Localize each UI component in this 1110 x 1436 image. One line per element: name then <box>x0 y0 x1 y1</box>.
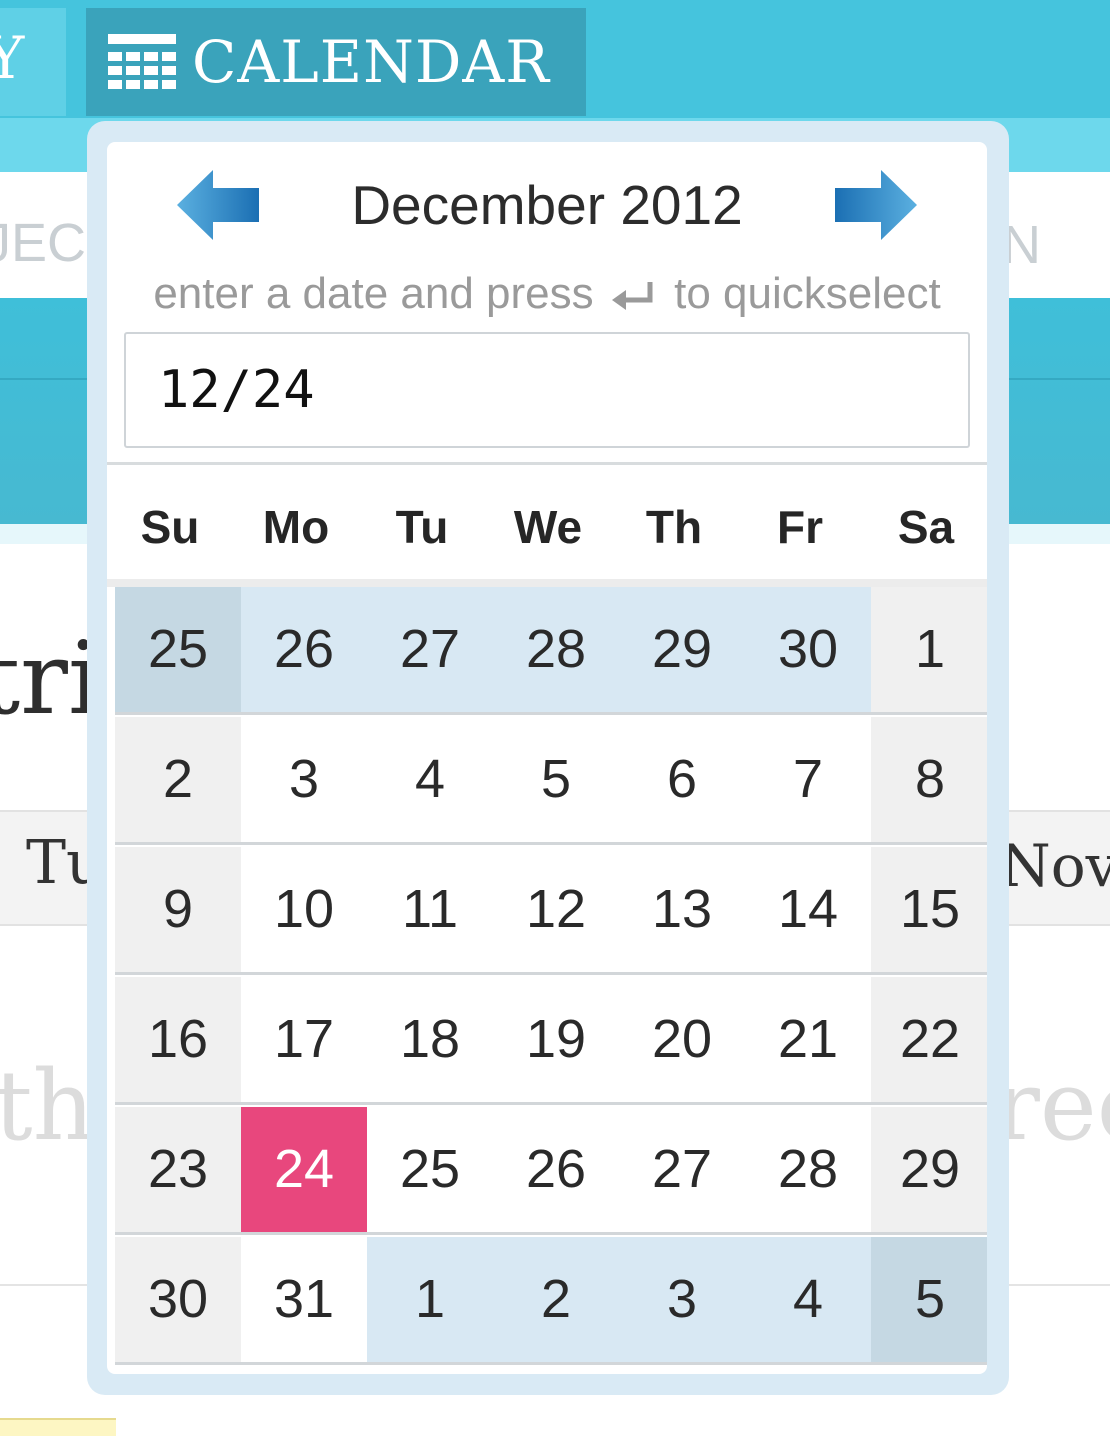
day-cell[interactable]: 27 <box>619 1107 745 1235</box>
day-cell[interactable]: 25 <box>367 1107 493 1235</box>
hint-text-before: enter a date and press <box>153 269 594 318</box>
weekday-header-row: Su Mo Tu We Th Fr Sa <box>107 467 987 579</box>
day-cell[interactable]: 15 <box>871 847 987 975</box>
day-cell[interactable]: 7 <box>745 717 871 845</box>
day-cell[interactable]: 30 <box>115 1237 241 1365</box>
day-cell[interactable]: 27 <box>367 587 493 715</box>
day-cell[interactable]: 1 <box>367 1237 493 1365</box>
day-cell[interactable]: 4 <box>367 717 493 845</box>
day-cell[interactable]: 19 <box>493 977 619 1105</box>
day-cell[interactable]: 28 <box>745 1107 871 1235</box>
day-cell[interactable]: 13 <box>619 847 745 975</box>
sub-nav-item-left[interactable]: JECT <box>0 172 90 298</box>
day-cell[interactable]: 20 <box>619 977 745 1105</box>
background-text-left: thi <box>0 1050 90 1160</box>
enter-key-icon <box>611 282 653 311</box>
day-cell[interactable]: 29 <box>871 1107 987 1235</box>
day-cell[interactable]: 5 <box>493 717 619 845</box>
background-highlight-tag <box>0 1418 116 1436</box>
nav-tab-calendar[interactable]: CALENDAR <box>86 8 586 116</box>
nav-tab-previous-label: Y <box>0 24 25 92</box>
weekday-header-shadow <box>107 579 987 587</box>
day-cell[interactable]: 3 <box>241 717 367 845</box>
date-picker-panel: December 2012 enter a date and press to … <box>107 142 987 1374</box>
weekday-header-we: We <box>513 501 583 553</box>
top-nav-bar: Y CALENDAR <box>0 0 1110 118</box>
background-column-nov: Nov <box>1008 832 1110 900</box>
day-cell[interactable]: 17 <box>241 977 367 1105</box>
day-cell[interactable]: 3 <box>619 1237 745 1365</box>
day-cell[interactable]: 2 <box>493 1237 619 1365</box>
day-cell[interactable]: 18 <box>367 977 493 1105</box>
arrow-right-icon <box>835 170 917 240</box>
day-cell[interactable]: 4 <box>745 1237 871 1365</box>
nav-tab-calendar-label: CALENDAR <box>192 28 550 96</box>
day-cell[interactable]: 26 <box>241 587 367 715</box>
date-picker-popup: December 2012 enter a date and press to … <box>87 121 1009 1395</box>
sub-nav-item-right-label: N <box>1008 215 1041 275</box>
day-cell[interactable]: 6 <box>619 717 745 845</box>
weekday-header-fr: Fr <box>777 501 823 553</box>
weekday-header-th: Th <box>645 501 703 553</box>
day-cell[interactable]: 5 <box>871 1237 987 1365</box>
day-cell[interactable]: 28 <box>493 587 619 715</box>
background-heading-fragment: tric <box>0 620 90 737</box>
quickselect-hint: enter a date and press to quickselect <box>107 268 987 320</box>
weekday-header-sa: Sa <box>897 501 955 553</box>
next-month-button[interactable] <box>835 170 917 240</box>
day-cell[interactable]: 2 <box>115 717 241 845</box>
calendar-grid-icon <box>108 34 176 90</box>
background-column-tu: Tu <box>26 828 90 898</box>
day-cell[interactable]: 29 <box>619 587 745 715</box>
day-cell[interactable]: 14 <box>745 847 871 975</box>
day-cell[interactable]: 25 <box>115 587 241 715</box>
day-cell[interactable]: 8 <box>871 717 987 845</box>
day-cell[interactable]: 21 <box>745 977 871 1105</box>
input-separator <box>107 462 987 465</box>
nav-tab-previous[interactable]: Y <box>0 8 66 116</box>
day-cell[interactable]: 26 <box>493 1107 619 1235</box>
day-cell[interactable]: 23 <box>115 1107 241 1235</box>
hint-text-after: to quickselect <box>674 269 941 318</box>
day-cell[interactable]: 9 <box>115 847 241 975</box>
day-cell-selected[interactable]: 24 <box>241 1107 367 1235</box>
sub-nav-item-right[interactable]: N <box>1008 172 1110 298</box>
quickselect-date-input[interactable] <box>124 332 970 448</box>
day-cell[interactable]: 12 <box>493 847 619 975</box>
weekday-header-su: Su <box>140 501 200 553</box>
day-cell[interactable]: 30 <box>745 587 871 715</box>
day-cell[interactable]: 31 <box>241 1237 367 1365</box>
day-cell[interactable]: 16 <box>115 977 241 1105</box>
background-text-right: ree <box>1008 1050 1110 1160</box>
day-cell[interactable]: 1 <box>871 587 987 715</box>
day-cell[interactable]: 10 <box>241 847 367 975</box>
weekday-header-tu: Tu <box>395 501 449 553</box>
day-cell[interactable]: 22 <box>871 977 987 1105</box>
day-cell[interactable]: 11 <box>367 847 493 975</box>
sub-nav-item-left-label: JECT <box>0 213 90 273</box>
weekday-header-mo: Mo <box>262 501 330 553</box>
